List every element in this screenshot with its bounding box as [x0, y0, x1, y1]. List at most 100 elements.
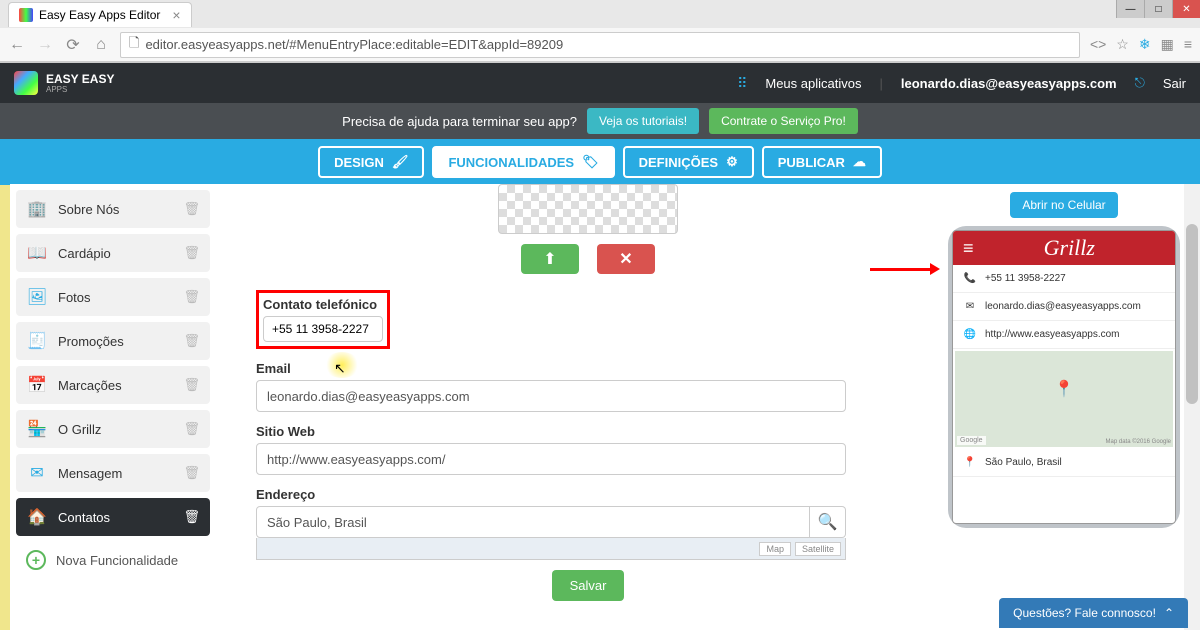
phone-row-phone[interactable]: 📞+55 11 3958-2227 — [953, 265, 1175, 293]
back-icon[interactable]: ← — [8, 36, 26, 54]
trash-icon[interactable]: 🗑 — [183, 333, 200, 349]
trash-icon[interactable]: 🗑 — [183, 421, 200, 437]
tab-title: Easy Easy Apps Editor — [39, 8, 160, 22]
home-icon[interactable]: ⌂ — [92, 36, 110, 54]
window-maximize[interactable]: □ — [1144, 0, 1172, 18]
email-label: Email — [256, 361, 920, 376]
satellite-view-button[interactable]: Satellite — [795, 542, 841, 556]
preview-column: Abrir no Celular ≡ Grillz 📞+55 11 3958-2… — [938, 184, 1190, 630]
phone-row-address[interactable]: 📍São Paulo, Brasil — [953, 449, 1175, 477]
save-button[interactable]: Salvar — [552, 570, 625, 601]
trash-icon[interactable]: 🗑 — [183, 201, 200, 217]
calendar-icon: 📅 — [26, 375, 48, 395]
extension-icon[interactable]: ❄ — [1139, 36, 1151, 53]
image-icon: 🖼 — [26, 287, 48, 307]
remove-image-button[interactable]: ✕ — [597, 244, 655, 274]
chat-widget-button[interactable]: Questões? Fale connosco! ⌃ — [999, 598, 1188, 628]
globe-icon: 🌐 — [963, 329, 977, 340]
logo-text-1: EASY EASY — [46, 73, 114, 85]
home-icon: 🏠 — [26, 507, 48, 527]
map-view-button[interactable]: Map — [759, 542, 791, 556]
grid-extension-icon[interactable]: ▦ — [1161, 36, 1174, 53]
tab-close-icon[interactable]: × — [172, 7, 180, 23]
plus-icon: + — [26, 550, 46, 570]
address-input[interactable] — [256, 506, 810, 538]
image-placeholder[interactable] — [498, 184, 678, 234]
trash-icon[interactable]: 🗑 — [183, 377, 200, 393]
logo-icon — [14, 71, 38, 95]
app-header: EASY EASY APPS ⠿ Meus aplicativos | leon… — [0, 63, 1200, 103]
sidebar-item-contacts[interactable]: 🏠Contatos🗑 — [16, 498, 210, 536]
app-body: 🏢Sobre Nós🗑 📖Cardápio🗑 🖼Fotos🗑 🧾Promoçõe… — [10, 184, 1190, 630]
phone-input[interactable] — [263, 316, 383, 342]
sidebar: 🏢Sobre Nós🗑 📖Cardápio🗑 🖼Fotos🗑 🧾Promoçõe… — [10, 184, 216, 630]
sidebar-item-about[interactable]: 🏢Sobre Nós🗑 — [16, 190, 210, 228]
app-logo[interactable]: EASY EASY APPS — [14, 71, 114, 95]
trash-icon[interactable]: 🗑 — [183, 465, 200, 481]
sidebar-item-menu[interactable]: 📖Cardápio🗑 — [16, 234, 210, 272]
chat-label: Questões? Fale connosco! — [1013, 606, 1156, 620]
content-area: ⬆ ✕ Contato telefónico ↖ Email Sitio Web… — [216, 184, 938, 630]
logo-text-2: APPS — [46, 85, 114, 94]
search-icon: 🔍 — [818, 512, 838, 532]
my-apps-link[interactable]: Meus aplicativos — [765, 76, 861, 91]
window-minimize[interactable]: — — [1116, 0, 1144, 18]
tab-features[interactable]: FUNCIONALIDADES🏷 — [432, 146, 614, 178]
sidebar-item-photos[interactable]: 🖼Fotos🗑 — [16, 278, 210, 316]
tutorials-button[interactable]: Veja os tutoriais! — [587, 108, 699, 134]
phone-label: Contato telefónico — [263, 297, 383, 312]
scrollbar-track[interactable] — [1184, 184, 1200, 630]
google-logo: Google — [957, 436, 986, 445]
trash-icon[interactable]: 🗑 — [183, 245, 200, 261]
logout-link[interactable]: Sair — [1163, 76, 1186, 91]
reload-icon[interactable]: ⟳ — [64, 35, 82, 55]
phone-row-web[interactable]: 🌐http://www.easyeasyapps.com — [953, 321, 1175, 349]
sidebar-item-message[interactable]: ✉Mensagem🗑 — [16, 454, 210, 492]
book-icon: 📖 — [26, 243, 48, 263]
code-icon[interactable]: <> — [1090, 36, 1106, 53]
phone-map[interactable]: Google Map data ©2016 Google — [955, 351, 1173, 447]
browser-tab-bar: Easy Easy Apps Editor × — [0, 0, 1200, 28]
tab-design[interactable]: DESIGN🖌 — [318, 146, 424, 178]
phone-app-title: Grillz — [974, 235, 1165, 261]
tag-icon: 🏷 — [582, 154, 599, 170]
envelope-icon: ✉ — [26, 463, 48, 483]
pro-service-button[interactable]: Contrate o Serviço Pro! — [709, 108, 858, 134]
trash-icon[interactable]: 🗑 — [183, 509, 200, 525]
tab-publish[interactable]: PUBLICAR☁ — [762, 146, 882, 178]
new-feature-button[interactable]: +Nova Funcionalidade — [16, 542, 210, 578]
scrollbar-thumb[interactable] — [1186, 224, 1198, 404]
tab-settings[interactable]: DEFINIÇÕES⚙ — [623, 146, 754, 178]
user-email[interactable]: leonardo.dias@easyeasyapps.com — [901, 76, 1117, 91]
pin-icon: 📍 — [963, 457, 977, 468]
browser-actions: <> ☆ ❄ ▦ ≡ — [1090, 36, 1192, 53]
remove-icon: ✕ — [619, 249, 632, 269]
browser-tab[interactable]: Easy Easy Apps Editor × — [8, 2, 192, 27]
sidebar-item-promos[interactable]: 🧾Promoções🗑 — [16, 322, 210, 360]
menu-icon[interactable]: ≡ — [1184, 36, 1192, 53]
page-icon: 🗋 — [129, 34, 139, 56]
trash-icon[interactable]: 🗑 — [183, 289, 200, 305]
sidebar-item-bookings[interactable]: 📅Marcações🗑 — [16, 366, 210, 404]
apps-grid-icon[interactable]: ⠿ — [737, 75, 747, 92]
phone-screen: ≡ Grillz 📞+55 11 3958-2227 ✉leonardo.dia… — [952, 230, 1176, 524]
address-bar: ← → ⟳ ⌂ 🗋 editor.easyeasyapps.net/#MenuE… — [0, 28, 1200, 62]
help-bar: Precisa de ajuda para terminar seu app? … — [0, 103, 1200, 139]
open-on-phone-button[interactable]: Abrir no Celular — [1010, 192, 1117, 218]
map-preview[interactable]: Map Satellite — [256, 538, 846, 560]
url-input[interactable]: 🗋 editor.easyeasyapps.net/#MenuEntryPlac… — [120, 32, 1080, 58]
phone-row-email[interactable]: ✉leonardo.dias@easyeasyapps.com — [953, 293, 1175, 321]
hamburger-icon[interactable]: ≡ — [963, 238, 974, 259]
receipt-icon: 🧾 — [26, 331, 48, 351]
map-copyright: Map data ©2016 Google — [1106, 439, 1171, 445]
upload-button[interactable]: ⬆ — [521, 244, 579, 274]
email-input[interactable] — [256, 380, 846, 412]
main-nav: DESIGN🖌 FUNCIONALIDADES🏷 DEFINIÇÕES⚙ PUB… — [0, 139, 1200, 185]
header-right: ⠿ Meus aplicativos | leonardo.dias@easye… — [737, 75, 1186, 92]
address-label: Endereço — [256, 487, 920, 502]
address-search-button[interactable]: 🔍 — [810, 506, 846, 538]
sidebar-item-grillz[interactable]: 🏪O Grillz🗑 — [16, 410, 210, 448]
star-icon[interactable]: ☆ — [1116, 36, 1129, 53]
website-input[interactable] — [256, 443, 846, 475]
window-close[interactable]: ✕ — [1172, 0, 1200, 18]
